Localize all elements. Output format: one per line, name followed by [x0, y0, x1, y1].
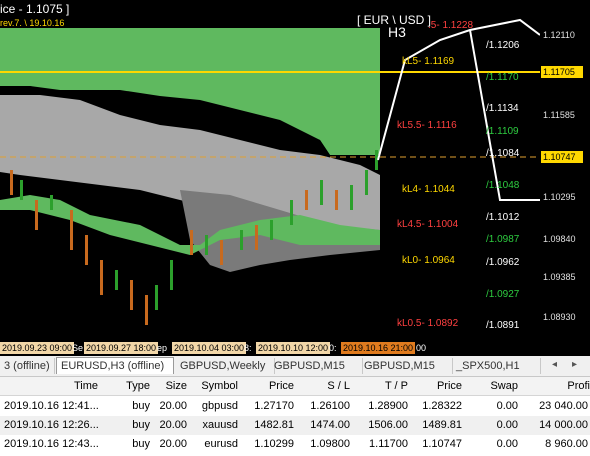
- level-label: kL5.5- 1.1116: [397, 120, 457, 131]
- price-tick: 1.12110: [543, 30, 575, 40]
- column-header[interactable]: Symbol: [192, 377, 238, 395]
- table-row[interactable]: 2019.10.16 12:43... buy 20.00 eurusd 1.1…: [0, 435, 590, 454]
- level-value: /1.1109: [486, 126, 519, 137]
- table-cell: 20.00: [159, 438, 187, 450]
- tab-eurusd-h3[interactable]: EURUSD,H3 (offline): [56, 357, 174, 374]
- date-separator: Se: [72, 343, 84, 353]
- trade-table: Time Type Size Symbol Price S / L T / P …: [0, 377, 590, 456]
- price-tick: 1.09385: [543, 272, 576, 282]
- tab-gbpusd-m15[interactable]: GBPUSD,M15: [270, 358, 363, 374]
- indicator-revision: rev.7. \ 19.10.16: [0, 18, 65, 28]
- price-tick: 1.11585: [543, 110, 575, 120]
- price-axis[interactable]: 1.12110 1.11585 1.10295 1.09840 1.09385 …: [540, 0, 590, 340]
- price-tag-current: 1.10747: [541, 151, 583, 163]
- column-header[interactable]: Size: [152, 377, 187, 395]
- table-cell: 1.09800: [310, 438, 350, 450]
- level-value: /1.0987: [486, 234, 520, 245]
- column-header[interactable]: Price: [250, 377, 294, 395]
- date-separator: 00: [416, 343, 427, 353]
- level-label: kL4- 1.1044: [402, 184, 455, 195]
- price-tick: 1.08930: [543, 312, 576, 322]
- table-header: Time Type Size Symbol Price S / L T / P …: [0, 377, 590, 396]
- table-cell: 2019.10.16 12:41...: [4, 400, 99, 412]
- chart-plot-area[interactable]: ice - 1.1075 ] rev.7. \ 19.10.16 [ EUR \…: [0, 0, 540, 340]
- date-label: 2019.10.04 03:00: [172, 342, 247, 354]
- date-separator: 8:: [244, 343, 252, 353]
- level-label: kL0- 1.0964: [402, 255, 455, 266]
- level-value: /1.0927: [486, 289, 520, 300]
- timeframe-label: H3: [388, 24, 406, 40]
- level-value: /1.1170: [486, 72, 519, 83]
- chart-tabs: 3 (offline) EURUSD,H3 (offline) GBPUSD,W…: [0, 356, 590, 377]
- level-label: kL5- 1.1169: [402, 56, 455, 67]
- price-tick: 1.09840: [543, 234, 576, 244]
- tab-offline[interactable]: 3 (offline): [0, 358, 55, 374]
- table-cell: 1.26100: [310, 400, 350, 412]
- column-header[interactable]: Type: [112, 377, 150, 395]
- column-header[interactable]: Profi: [530, 377, 590, 395]
- tab-spx500-h1[interactable]: _SPX500,H1: [452, 358, 541, 374]
- table-cell: 1.27170: [254, 400, 294, 412]
- level-label: .5- 1.1228: [428, 20, 474, 31]
- table-cell: 1.11700: [369, 438, 408, 450]
- table-cell: 8 960.00: [545, 438, 588, 450]
- column-header[interactable]: Price: [420, 377, 462, 395]
- column-header[interactable]: Time: [40, 377, 98, 395]
- table-cell: 1.28900: [368, 400, 408, 412]
- price-chart[interactable]: ice - 1.1075 ] rev.7. \ 19.10.16 [ EUR \…: [0, 0, 590, 356]
- table-cell: 2019.10.16 12:26...: [4, 419, 99, 431]
- table-cell: 1482.81: [254, 419, 294, 431]
- table-cell: 1.10747: [422, 438, 462, 450]
- column-header[interactable]: Swap: [480, 377, 518, 395]
- table-cell: 1.10299: [254, 438, 294, 450]
- level-value: /1.1206: [486, 40, 520, 51]
- table-cell: 1.28322: [422, 400, 462, 412]
- table-cell: 20.00: [159, 419, 187, 431]
- date-axis[interactable]: 2019.09.23 09:00 Se 2019.09.27 18:00 ep …: [0, 340, 590, 356]
- tab-gbpusd-m15-2[interactable]: GBPUSD,M15: [360, 358, 453, 374]
- tab-prev-icon[interactable]: ◂: [552, 359, 557, 370]
- table-cell: 0.00: [496, 400, 518, 412]
- tab-gbpusd-weekly[interactable]: GBPUSD,Weekly: [176, 358, 275, 374]
- date-separator: ep: [157, 343, 168, 353]
- table-cell: 2019.10.16 12:43...: [4, 438, 99, 450]
- level-value: /1.1134: [486, 103, 519, 114]
- table-cell: 0.00: [496, 438, 518, 450]
- table-row[interactable]: 2019.10.16 12:41... buy 20.00 gbpusd 1.2…: [0, 397, 590, 416]
- date-separator: 0:: [329, 343, 337, 353]
- level-label: kL0.5- 1.0892: [397, 318, 459, 329]
- table-cell: buy: [132, 400, 150, 412]
- table-cell: eurusd: [204, 438, 238, 450]
- chart-canvas: [0, 18, 540, 325]
- table-cell: gbpusd: [201, 400, 238, 412]
- chart-title: ice - 1.1075 ]: [0, 2, 70, 16]
- level-value: /1.0962: [486, 257, 520, 268]
- level-value: /1.0891: [486, 320, 520, 331]
- table-cell: 1489.81: [422, 419, 462, 431]
- column-header[interactable]: S / L: [310, 377, 350, 395]
- level-value: /1.1012: [486, 212, 520, 223]
- level-value: /1.1084: [486, 148, 520, 159]
- tab-next-icon[interactable]: ▸: [572, 359, 577, 370]
- table-row[interactable]: 2019.10.16 12:26... buy 20.00 xauusd 148…: [0, 416, 590, 435]
- date-label: 2019.09.23 09:00: [0, 342, 75, 354]
- table-cell: 14 000.00: [539, 419, 588, 431]
- date-label: 2019.09.27 18:00: [84, 342, 159, 354]
- table-cell: buy: [132, 438, 150, 450]
- table-cell: xauusd: [202, 419, 238, 431]
- price-tag-hline: 1.11705: [541, 66, 583, 78]
- table-cell: 20.00: [159, 400, 187, 412]
- level-value: /1.1048: [486, 180, 520, 191]
- projection-line-2: [469, 29, 540, 201]
- column-header[interactable]: T / P: [370, 377, 408, 395]
- level-label: kL4.5- 1.1004: [397, 219, 459, 230]
- date-label: 2019.10.10 12:00: [256, 342, 331, 354]
- table-cell: 23 040.00: [539, 400, 588, 412]
- table-cell: buy: [132, 419, 150, 431]
- date-label-current: 2019.10.16 21:00: [341, 342, 416, 354]
- table-cell: 1506.00: [368, 419, 408, 431]
- price-tick: 1.10295: [543, 192, 576, 202]
- table-cell: 1474.00: [310, 419, 350, 431]
- table-cell: 0.00: [496, 419, 518, 431]
